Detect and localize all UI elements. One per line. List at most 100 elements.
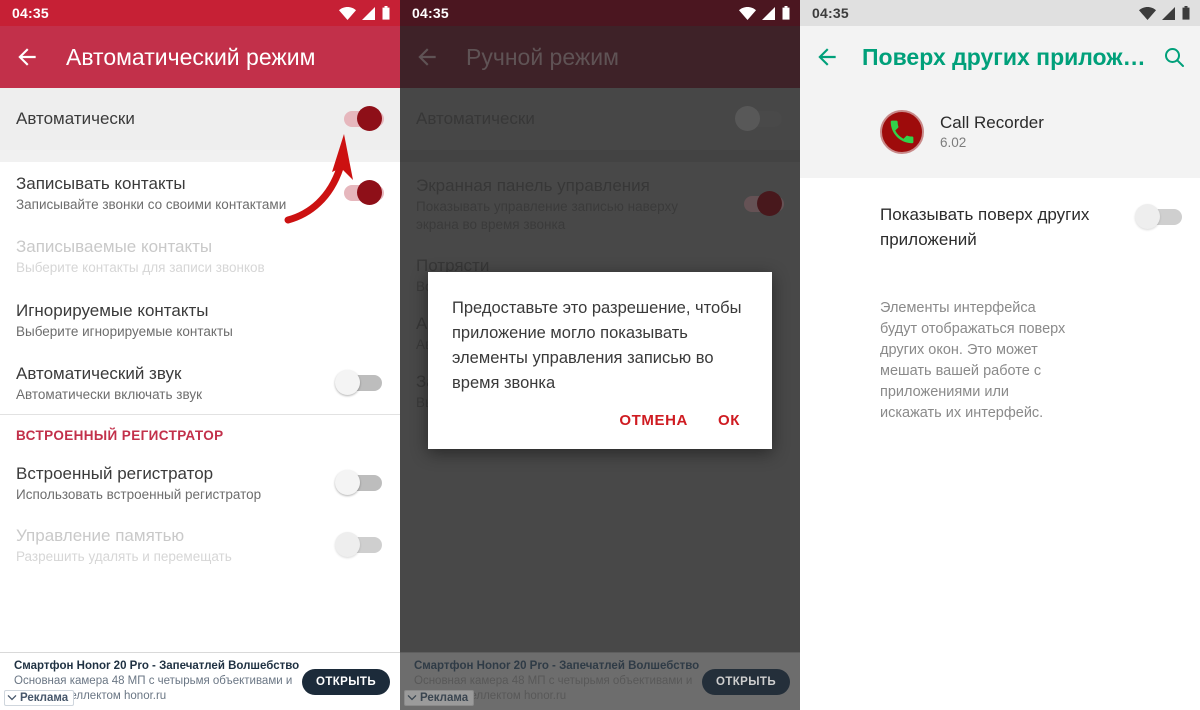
ad-label-text: Реклама: [420, 692, 469, 704]
app-meta: Call Recorder 6.02: [940, 112, 1044, 152]
toggle-screen-control-panel[interactable]: [732, 191, 784, 217]
permission-body: Показывать поверх других приложений Элем…: [800, 178, 1200, 710]
row-texts: Автоматически: [416, 108, 732, 130]
dialog-ok-button[interactable]: ОК: [716, 410, 742, 431]
ad-label-badge[interactable]: Реклама: [404, 690, 475, 706]
toggle-automatic[interactable]: [732, 106, 784, 132]
ad-banner[interactable]: Смартфон Honor 20 Pro - Запечатлей Волше…: [0, 652, 400, 710]
row-title: Встроенный регистратор: [16, 463, 214, 483]
permission-dialog: Предоставьте это разрешение, чтобы прило…: [428, 272, 772, 449]
ad-open-button[interactable]: ОТКРЫТЬ: [301, 668, 390, 695]
app-bar: Ручной режим: [400, 26, 800, 88]
row-automatic[interactable]: Автоматически: [400, 88, 800, 150]
toggle-knob: [335, 470, 360, 495]
chevron-down-icon: [407, 692, 417, 704]
permission-title: Показывать поверх других приложений: [880, 205, 1090, 249]
wifi-icon: [339, 6, 356, 20]
row-texts: Экранная панель управления Показывать уп…: [416, 175, 732, 234]
page-title: Поверх других прилож…: [862, 43, 1146, 70]
row-title: Записывать контакты: [16, 173, 186, 193]
three-panel-screenshot: 04:35 Автоматический режим Автоматически…: [0, 0, 1200, 710]
toggle-builtin-recorder[interactable]: [332, 470, 384, 496]
row-memory-management[interactable]: Управление памятью Разрешить удалять и п…: [0, 514, 400, 576]
row-title: Экранная панель управления: [416, 175, 650, 195]
ad-headline: Смартфон Honor 20 Pro - Запечатлей Волше…: [414, 660, 700, 672]
toggle-draw-over-apps[interactable]: [1132, 204, 1184, 230]
permission-description: Элементы интерфейса будут отображаться п…: [880, 300, 1066, 421]
status-bar: 04:35: [400, 0, 800, 26]
row-subtitle: Выберите игнорируемые контакты: [16, 323, 233, 339]
toggle-automatic[interactable]: [332, 106, 384, 132]
back-arrow-icon[interactable]: [14, 44, 40, 70]
row-automatic[interactable]: Автоматически: [0, 88, 400, 150]
status-clock: 04:35: [412, 5, 449, 21]
row-subtitle: Записывайте звонки со своими контактами: [16, 196, 287, 212]
page-title: Автоматический режим: [66, 43, 316, 70]
dialog-actions: ОТМЕНА ОК: [452, 396, 748, 441]
list-gap: [0, 150, 400, 162]
back-arrow-icon[interactable]: [414, 44, 440, 70]
signal-icon: [762, 6, 776, 20]
ad-banner[interactable]: Смартфон Honor 20 Pro - Запечатлей Волше…: [400, 652, 800, 710]
row-title: Автоматически: [16, 109, 135, 128]
row-texts: Встроенный регистратор Использовать встр…: [16, 463, 332, 504]
dialog-message: Предоставьте это разрешение, чтобы прило…: [452, 299, 742, 392]
battery-icon: [382, 6, 390, 20]
status-bar: 04:35: [0, 0, 400, 26]
app-bar: Автоматический режим: [0, 26, 400, 88]
row-subtitle: Автоматически включать звук: [16, 386, 202, 402]
row-builtin-recorder[interactable]: Встроенный регистратор Использовать встр…: [0, 452, 400, 514]
toggle-knob: [357, 180, 382, 205]
panel-manual-mode: 04:35 Ручной режим Автоматически Экранна…: [400, 0, 800, 710]
ad-body-line1: Основная камера 48 МП с четырьмя объекти…: [414, 675, 693, 687]
toggle-knob: [757, 191, 782, 216]
search-icon[interactable]: [1162, 45, 1186, 69]
row-subtitle: Показывать управление записью наверху эк…: [416, 198, 678, 232]
app-name: Call Recorder: [940, 113, 1044, 132]
row-texts: Автоматически: [16, 108, 332, 130]
battery-icon: [1182, 6, 1190, 20]
status-icons: [1139, 6, 1190, 20]
row-subtitle: Разрешить удалять и перемещать: [16, 548, 232, 564]
wifi-icon: [1139, 6, 1156, 20]
row-ignored-contacts[interactable]: Игнорируемые контакты Выберите игнорируе…: [0, 288, 400, 352]
settings-list: Автоматически Записывать контакты Записы…: [0, 88, 400, 576]
toggle-knob: [335, 370, 360, 395]
ad-label-badge[interactable]: Реклама: [4, 690, 75, 706]
ad-headline: Смартфон Honor 20 Pro - Запечатлей Волше…: [14, 660, 300, 672]
ad-body-line1: Основная камера 48 МП с четырьмя объекти…: [14, 675, 293, 687]
panel-draw-over-apps: 04:35 Поверх других прилож… Call Recorde…: [800, 0, 1200, 710]
battery-icon: [782, 6, 790, 20]
row-title: Игнорируемые контакты: [16, 300, 209, 320]
row-title: Автоматически: [416, 109, 535, 128]
section-header-builtin-recorder: ВСТРОЕННЫЙ РЕГИСТРАТОР: [16, 428, 224, 443]
row-automatic-sound[interactable]: Автоматический звук Автоматически включа…: [0, 352, 400, 414]
signal-icon: [362, 6, 376, 20]
row-texts: Автоматический звук Автоматически включа…: [16, 363, 332, 404]
dialog-cancel-button[interactable]: ОТМЕНА: [617, 410, 690, 431]
toggle-automatic-sound[interactable]: [332, 370, 384, 396]
row-title: Записываемые контакты: [16, 236, 213, 256]
status-icons: [739, 6, 790, 20]
signal-icon: [1162, 6, 1176, 20]
back-arrow-icon[interactable]: [814, 44, 840, 70]
status-icons: [339, 6, 390, 20]
row-subtitle: Использовать встроенный регистратор: [16, 486, 262, 502]
row-recorded-contacts[interactable]: Записываемые контакты Выберите контакты …: [0, 224, 400, 288]
row-texts: Записываемые контакты Выберите контакты …: [16, 236, 384, 277]
row-subtitle: Выберите контакты для записи звонков: [16, 259, 265, 275]
list-gap: [400, 150, 800, 162]
row-record-contacts[interactable]: Записывать контакты Записывайте звонки с…: [0, 162, 400, 224]
chevron-down-icon: [7, 692, 17, 704]
toggle-record-contacts[interactable]: [332, 180, 384, 206]
row-screen-control-panel[interactable]: Экранная панель управления Показывать уп…: [400, 162, 800, 246]
app-summary: Call Recorder 6.02: [800, 88, 1200, 178]
row-draw-over-apps[interactable]: Показывать поверх других приложений: [800, 178, 1200, 252]
toggle-knob: [735, 106, 760, 131]
panel-automatic-mode: 04:35 Автоматический режим Автоматически…: [0, 0, 400, 710]
toggle-memory-management[interactable]: [332, 532, 384, 558]
ad-label-text: Реклама: [20, 692, 69, 704]
ad-open-button[interactable]: ОТКРЫТЬ: [701, 668, 790, 695]
toggle-knob: [1135, 204, 1160, 229]
page-title: Ручной режим: [466, 43, 619, 70]
